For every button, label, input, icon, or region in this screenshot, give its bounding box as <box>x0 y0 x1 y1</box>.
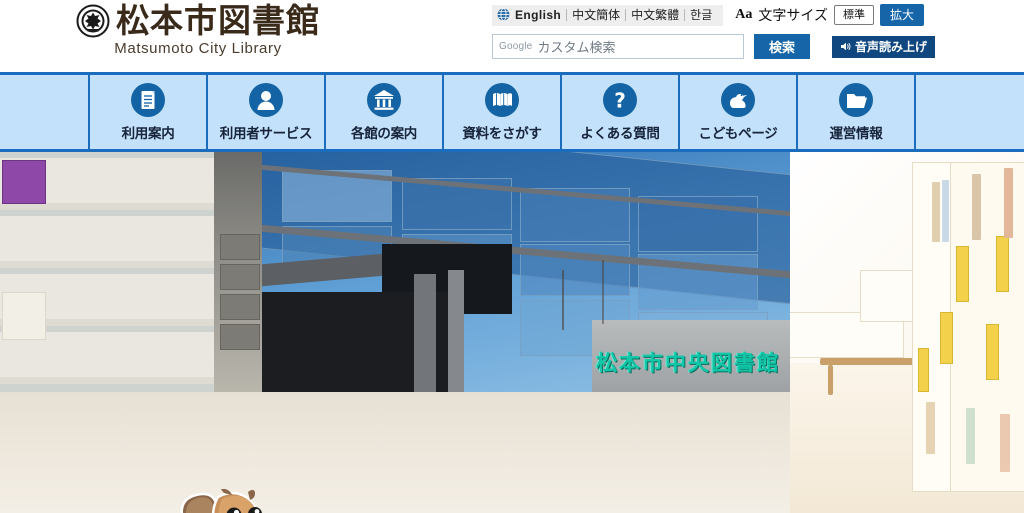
hero-photo-bookshelves-left <box>0 152 262 392</box>
site-header: 松本市図書館 Matsumoto City Library English 中文… <box>0 0 1024 72</box>
language-option-english[interactable]: English <box>512 7 566 23</box>
font-size-control: Aa 文字サイズ 標準 拡大 <box>735 4 924 26</box>
squirrel-mascot <box>178 488 286 513</box>
svg-text:?: ? <box>614 89 626 113</box>
document-icon <box>130 82 166 118</box>
google-search-button[interactable]: 検索 <box>754 34 810 59</box>
hero-photo-library-building: 松本市中央図書館 <box>262 152 790 392</box>
question-mark-icon: ? <box>602 82 638 118</box>
language-option-korean[interactable]: 한글 <box>685 7 717 23</box>
google-brand-label: Google <box>499 41 533 52</box>
nav-label: 運営情報 <box>829 126 883 142</box>
main-navigation: 利用案内 利用者サービス 各館の案内 資料をさがす ? よくある質問 こどもペー… <box>0 72 1024 152</box>
matsumoto-city-crest-icon <box>76 4 110 38</box>
voice-readout-label: 音声読み上げ <box>855 40 928 54</box>
nav-label: 利用者サービス <box>219 126 313 142</box>
globe-icon <box>497 8 510 21</box>
duck-icon <box>720 82 756 118</box>
nav-label: 資料をさがす <box>462 126 542 142</box>
bank-building-icon <box>366 82 402 118</box>
page-root: 松本市図書館 Matsumoto City Library English 中文… <box>0 0 1024 513</box>
site-title-en: Matsumoto City Library <box>114 40 282 57</box>
nav-right-spacer <box>914 75 1024 149</box>
nav-label: 利用案内 <box>121 126 175 142</box>
font-size-large-button[interactable]: 拡大 <box>879 4 924 26</box>
site-logo[interactable]: 松本市図書館 Matsumoto City Library <box>76 3 320 57</box>
nav-item-management-info[interactable]: 運営情報 <box>796 75 914 149</box>
nav-item-branch-guide[interactable]: 各館の案内 <box>324 75 442 149</box>
books-icon <box>484 82 520 118</box>
nav-label: よくある質問 <box>580 126 660 142</box>
site-title-jp: 松本市図書館 <box>116 1 320 40</box>
folder-icon <box>838 82 874 118</box>
hero-photo-floor <box>0 392 790 513</box>
font-size-aa-icon: Aa <box>735 7 753 22</box>
language-switcher: English 中文簡体 中文繁體 한글 <box>492 4 724 26</box>
font-size-label: 文字サイズ <box>758 7 828 23</box>
nav-item-kids-page[interactable]: こどもページ <box>678 75 796 149</box>
hero-photo-library-interior-right <box>790 152 1024 513</box>
nav-item-search-materials[interactable]: 資料をさがす <box>442 75 560 149</box>
nav-item-user-services[interactable]: 利用者サービス <box>206 75 324 149</box>
person-icon <box>248 82 284 118</box>
hero-banner: 松本市中央図書館 <box>0 152 1024 513</box>
speaker-icon <box>840 41 851 52</box>
google-search-field[interactable]: Google カスタム検索 <box>492 34 744 59</box>
building-sign-text: 松本市中央図書館 <box>596 351 780 375</box>
google-search-row: Google カスタム検索 検索 音声読み上げ <box>492 34 936 59</box>
font-size-standard-button[interactable]: 標準 <box>833 5 874 25</box>
nav-item-user-guide[interactable]: 利用案内 <box>88 75 206 149</box>
nav-left-spacer <box>0 75 88 149</box>
language-option-chinese-simplified[interactable]: 中文簡体 <box>567 7 625 23</box>
google-search-placeholder: カスタム検索 <box>537 40 616 55</box>
nav-item-faq[interactable]: ? よくある質問 <box>560 75 678 149</box>
header-utilities: English 中文簡体 中文繁體 한글 Aa 文字サイズ 標準 拡大 <box>492 4 924 26</box>
language-option-chinese-traditional[interactable]: 中文繁體 <box>626 7 684 23</box>
nav-label: こどもページ <box>698 126 778 142</box>
nav-label: 各館の案内 <box>351 126 417 142</box>
voice-readout-button[interactable]: 音声読み上げ <box>832 35 936 58</box>
